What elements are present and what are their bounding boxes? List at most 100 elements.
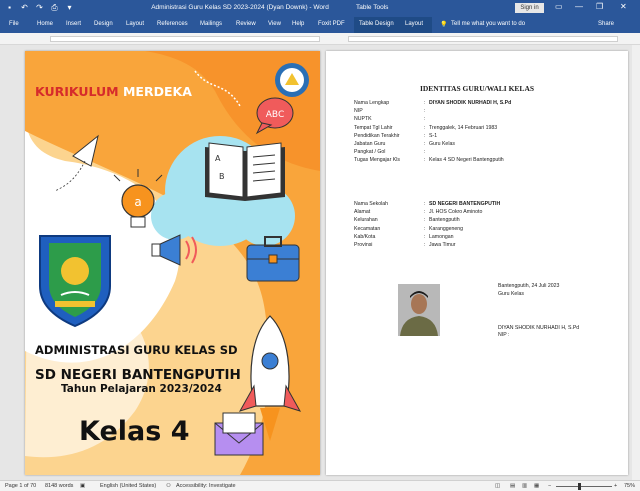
print-preview-icon[interactable]: ⎙ [50, 3, 59, 12]
proofing-icon[interactable]: ▣ [80, 483, 85, 489]
focus-mode-icon[interactable]: ◫ [495, 483, 500, 489]
save-icon[interactable]: ▪ [5, 3, 14, 12]
school-logo-small [275, 63, 309, 97]
table-tools-label: Table Tools [356, 4, 389, 11]
colon-separator: : [424, 108, 426, 115]
open-book-icon: A B [205, 142, 285, 201]
info-label: Tempat Tgl Lahir [354, 124, 393, 131]
info-row: Pendidikan Terakhir: S-1 [354, 133, 624, 141]
info-value: Guru Kelas [429, 141, 455, 147]
tell-me-search[interactable]: Tell me what you want to do [451, 21, 525, 27]
ruler-right-page [348, 36, 618, 42]
info-row: NIP: [354, 108, 624, 116]
colon-separator: : [424, 209, 426, 216]
cover-heading-2: SD NEGERI BANTENGPUTIH [35, 367, 241, 383]
status-bar: Page 1 of 70 8148 words ▣ English (Unite… [0, 480, 640, 491]
close-button[interactable]: ✕ [620, 2, 627, 11]
svg-text:a: a [134, 195, 141, 209]
info-row: Alamat: Jl. HOS Cokro Aminoto [354, 209, 624, 217]
tab-home[interactable]: Home [37, 21, 53, 27]
tab-view[interactable]: View [268, 21, 281, 27]
info-label: NIP [354, 108, 363, 115]
info-value: Bantengputih [429, 217, 460, 224]
signer-nip: NIP : [498, 332, 510, 338]
cover-heading-3: Tahun Pelajaran 2023/2024 [61, 383, 222, 395]
info-label: Nama Lengkap [354, 100, 390, 106]
colon-separator: : [424, 100, 426, 106]
document-title: Administrasi Guru Kelas SD 2023-2024 (Dy… [151, 4, 329, 11]
colon-separator: : [424, 242, 426, 248]
read-mode-icon[interactable]: ▤ [510, 483, 515, 489]
vertical-scrollbar[interactable] [632, 45, 640, 480]
info-value: Kelas 4 SD Negeri Bantengputih [429, 157, 504, 164]
tab-review[interactable]: Review [236, 21, 256, 27]
tab-references[interactable]: References [157, 21, 188, 27]
tab-help[interactable]: Help [292, 21, 304, 27]
horizontal-ruler[interactable] [0, 33, 640, 45]
info-label: Alamat [354, 209, 371, 216]
colon-separator: : [424, 157, 426, 164]
merdeka-word: MERDEKA [122, 84, 192, 99]
word-count[interactable]: 8148 words [45, 483, 73, 489]
tab-design[interactable]: Design [94, 21, 113, 27]
info-value: Trenggalek, 14 Februari 1983 [429, 124, 498, 131]
page-count[interactable]: Page 1 of 70 [5, 483, 36, 489]
colon-separator: : [424, 116, 426, 123]
svg-text:B: B [219, 172, 225, 181]
signer-name: DIYAN SHODIK NURHADI H, S.Pd [498, 325, 580, 331]
lightbulb-icon: 💡 [440, 22, 448, 28]
zoom-level[interactable]: 75% [624, 483, 635, 489]
accessibility-icon: ⚇ [166, 483, 171, 489]
info-label: Pendidikan Terakhir [354, 132, 400, 139]
accessibility-status[interactable]: Accessibility: Investigate [176, 483, 236, 489]
info-row: Nama Lengkap: DIYAN SHODIK NURHADI H, S.P… [354, 100, 624, 108]
info-value: Karanggeneng [429, 225, 464, 232]
minimize-button[interactable]: — [575, 2, 583, 11]
ruler-left-page [50, 36, 320, 42]
colon-separator: : [424, 225, 426, 232]
zoom-slider[interactable] [556, 486, 612, 487]
info-value: SD NEGERI BANTENGPUTIH [429, 201, 501, 207]
zoom-out-icon[interactable]: − [548, 483, 551, 489]
zoom-slider-thumb[interactable] [578, 483, 581, 490]
customize-qat-icon[interactable]: ▾ [65, 3, 74, 12]
colon-separator: : [424, 217, 426, 224]
tab-mailings[interactable]: Mailings [200, 21, 222, 27]
print-layout-icon[interactable]: ▥ [522, 483, 527, 489]
info-label: Tugas Mengajar Kls [354, 157, 400, 164]
info-label: Kecamatan [354, 225, 381, 232]
info-label: Kab/Kota [354, 233, 376, 240]
sign-in-button[interactable]: Sign in [515, 3, 544, 13]
info-value: S-1 [429, 132, 438, 139]
language[interactable]: English (United States) [100, 483, 156, 489]
identity-title: IDENTITAS GURU/WALI KELAS [419, 84, 535, 93]
quick-access-toolbar: ▪ ↶ ↷ ⎙ ▾ [5, 3, 74, 12]
ribbon-display-options-icon[interactable]: ▭ [555, 2, 563, 11]
title-bar: ▪ ↶ ↷ ⎙ ▾ Administrasi Guru Kelas SD 202… [0, 0, 640, 17]
identity-page[interactable]: IDENTITAS GURU/WALI KELAS Nama Lengkap: D… [326, 51, 628, 475]
tab-table-design[interactable]: Table Design [359, 21, 394, 27]
ribbon-tabs: File Home Insert Design Layout Reference… [0, 17, 640, 33]
restore-button[interactable]: ❐ [596, 2, 603, 11]
info-value: Jawa Timur [429, 242, 456, 248]
redo-icon[interactable]: ↷ [35, 3, 44, 12]
tab-insert[interactable]: Insert [66, 21, 81, 27]
undo-icon[interactable]: ↶ [20, 3, 29, 12]
cover-heading-4: Kelas 4 [79, 416, 190, 447]
svg-text:A: A [215, 154, 221, 163]
colon-separator: : [424, 233, 426, 240]
tab-table-layout[interactable]: Layout [405, 21, 423, 27]
cover-heading-1: ADMINISTRASI GURU KELAS SD [35, 343, 238, 357]
tab-layout[interactable]: Layout [126, 21, 144, 27]
share-button[interactable]: Share [598, 21, 614, 27]
tab-file[interactable]: File [9, 21, 19, 27]
colon-separator: : [424, 149, 426, 156]
web-layout-icon[interactable]: ▦ [534, 483, 539, 489]
info-label: Pangkat / Gol [354, 149, 386, 156]
signer-role: Guru Kelas [498, 291, 524, 297]
tab-foxit-pdf[interactable]: Foxit PDF [318, 21, 345, 27]
colon-separator: : [424, 124, 426, 131]
cover-page[interactable]: ABC A B a KURIKULUM MERDEKA ADMINISTRASI… [25, 51, 320, 475]
zoom-in-icon[interactable]: + [614, 483, 617, 489]
info-row: NUPTK: [354, 116, 624, 124]
